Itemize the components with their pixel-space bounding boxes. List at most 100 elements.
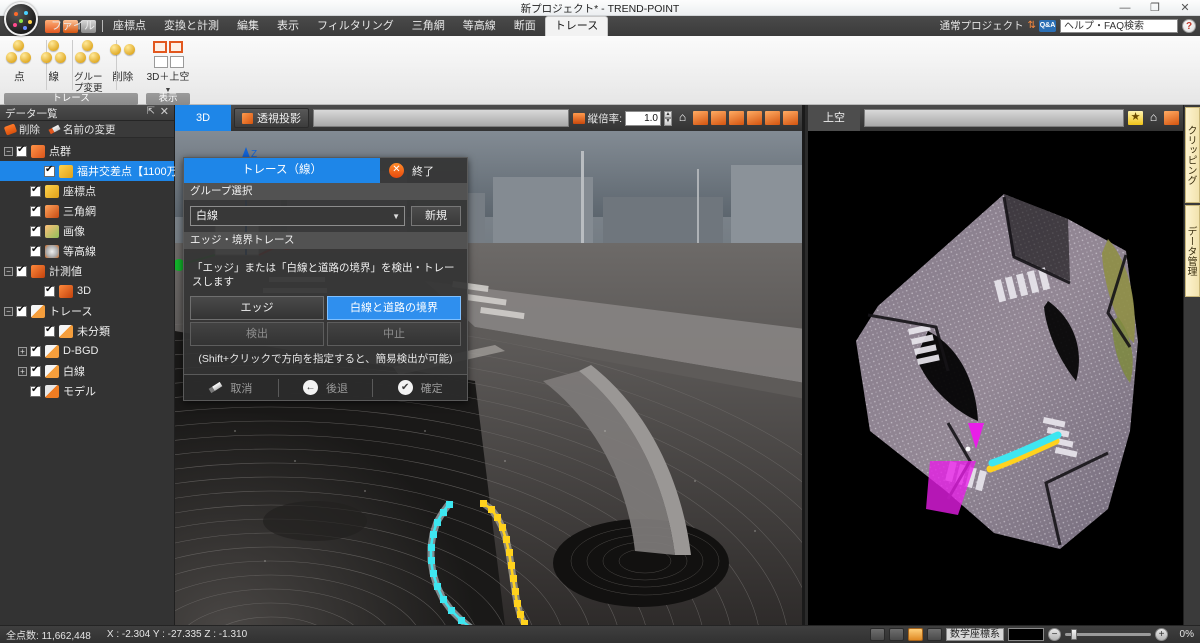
trace-dialog-end-button[interactable]: 終了 <box>412 163 434 179</box>
back-action[interactable]: ← 後退 <box>279 375 373 401</box>
star-icon[interactable]: ★ <box>1128 111 1143 125</box>
tree-item-checkbox[interactable] <box>30 184 41 197</box>
tree-expander-icon[interactable]: + <box>18 366 27 376</box>
tree-item-checkbox[interactable] <box>44 284 55 297</box>
tree-expander-icon[interactable]: − <box>4 266 13 276</box>
zoom-in-button[interactable]: + <box>1155 628 1168 641</box>
close-button[interactable]: ✕ <box>1170 0 1200 16</box>
help-faq-search-input[interactable]: ヘルプ・FAQ検索 <box>1060 18 1178 33</box>
sync-icon[interactable]: ⇅ <box>1028 20 1036 31</box>
tree-item[interactable]: モデル <box>0 381 174 401</box>
tree-item[interactable]: 画像 <box>0 221 174 241</box>
tab-edit[interactable]: 編集 <box>228 17 268 36</box>
application-window: 新プロジェクト* - TREND-POINT — ❐ ✕ ▾ ファイル 座標点 … <box>0 0 1200 643</box>
delete-tool-button[interactable]: 削除 <box>3 122 40 137</box>
background-color-swatch[interactable] <box>1008 628 1044 641</box>
camera-icon[interactable] <box>870 628 885 641</box>
tree-item-checkbox[interactable] <box>44 164 55 177</box>
transparency-slider[interactable] <box>1065 629 1151 640</box>
confirm-action[interactable]: ✔ 確定 <box>373 375 467 401</box>
tab-contour[interactable]: 等高線 <box>454 17 505 36</box>
perspective-projection-button[interactable]: 透視投影 <box>234 108 309 128</box>
tree-item-checkbox[interactable] <box>44 324 55 337</box>
detect-button[interactable]: 検出 <box>190 322 324 346</box>
vertical-tab-clipping[interactable]: クリッピング <box>1185 107 1200 203</box>
home-icon[interactable]: ⌂ <box>675 111 690 125</box>
tab-transform-measure[interactable]: 変換と計測 <box>155 17 228 36</box>
tree-expander-icon[interactable]: − <box>4 146 13 156</box>
tree-item[interactable]: − トレース <box>0 301 174 321</box>
maximize-button[interactable]: ❐ <box>1140 0 1170 16</box>
mode-edge-button[interactable]: エッジ <box>190 296 324 320</box>
view-top-icon[interactable] <box>765 111 780 125</box>
viewport-top-canvas[interactable] <box>808 131 1183 625</box>
tree-item[interactable]: 福井交差点【1100万】 <box>0 161 189 181</box>
view-iso-icon[interactable] <box>783 111 798 125</box>
viewport-3d-canvas[interactable]: Z トレース（線） ✕ 終了 グループ選択 白線 ▼ 新規 エッジ・境界トレース… <box>175 131 802 625</box>
panel-close-icon[interactable]: ✕ <box>160 105 169 118</box>
tree-item-checkbox[interactable] <box>30 364 41 377</box>
group-select[interactable]: 白線 ▼ <box>190 206 405 226</box>
view-right-icon[interactable] <box>747 111 762 125</box>
ribbon-right-controls: 通常プロジェクト ⇅ Q&A ヘルプ・FAQ検索 ? <box>940 17 1196 34</box>
tree-item-checkbox[interactable] <box>16 144 27 157</box>
slider-knob[interactable] <box>1071 629 1077 640</box>
coordinate-system-label[interactable]: 数学座標系 <box>946 628 1004 641</box>
tree-expander-icon[interactable]: − <box>4 306 13 316</box>
ribbon-button-group-change[interactable]: グループ変更 <box>71 36 106 94</box>
help-button[interactable]: ? <box>1182 18 1196 33</box>
tree-item-checkbox[interactable] <box>30 224 41 237</box>
minimize-button[interactable]: — <box>1110 0 1140 16</box>
scale-flag-icon[interactable] <box>572 112 585 124</box>
tree-item[interactable]: 三角網 <box>0 201 174 221</box>
rename-tool-button[interactable]: 名前の変更 <box>48 122 116 137</box>
close-icon[interactable]: ✕ <box>389 163 404 178</box>
tree-item[interactable]: − 点群 <box>0 141 174 161</box>
lock-icon[interactable] <box>908 628 923 641</box>
tree-item-checkbox[interactable] <box>30 204 41 217</box>
home-icon[interactable]: ⌂ <box>1146 111 1161 125</box>
ribbon-button-line[interactable]: 線 <box>37 36 72 83</box>
undo-action[interactable]: 取消 <box>184 375 278 401</box>
pin-icon[interactable]: ⇱ <box>147 106 155 117</box>
tab-coordinate-points[interactable]: 座標点 <box>104 17 155 36</box>
tree-item[interactable]: 等高線 <box>0 241 174 261</box>
ribbon-button-3d-top-layout[interactable]: 3D＋上空 ▼ <box>144 36 192 95</box>
view-left-icon[interactable] <box>729 111 744 125</box>
tab-section[interactable]: 断面 <box>505 17 545 36</box>
tree-item-checkbox[interactable] <box>16 304 27 317</box>
trace-dialog-footer: 取消 ← 後退 ✔ 確定 <box>184 374 467 400</box>
tree-item-checkbox[interactable] <box>16 264 27 277</box>
tree-item-checkbox[interactable] <box>30 244 41 257</box>
measure-icon[interactable] <box>889 628 904 641</box>
box-icon[interactable] <box>693 111 708 125</box>
vertical-scale-stepper[interactable]: ▲ ▼ <box>664 110 672 126</box>
tab-file[interactable]: ファイル <box>42 17 104 36</box>
tree-item-checkbox[interactable] <box>30 384 41 397</box>
tab-filtering[interactable]: フィルタリング <box>308 17 403 36</box>
mode-boundary-button[interactable]: 白線と道路の境界 <box>327 296 461 320</box>
zoom-out-button[interactable]: − <box>1048 628 1061 641</box>
view-front-icon[interactable] <box>711 111 726 125</box>
tab-view[interactable]: 表示 <box>268 17 308 36</box>
new-group-button[interactable]: 新規 <box>411 206 461 226</box>
tree-item[interactable]: + D-BGD <box>0 341 174 361</box>
vertical-scale-input[interactable]: 1.0 <box>625 110 661 126</box>
ribbon-button-delete[interactable]: 削除 <box>106 36 141 83</box>
ribbon-button-point[interactable]: 点 <box>2 36 37 83</box>
abort-button[interactable]: 中止 <box>327 322 461 346</box>
tree-item-checkbox[interactable] <box>30 344 41 357</box>
tree-item[interactable]: − 計測値 <box>0 261 174 281</box>
camera-box-icon[interactable] <box>1164 111 1179 125</box>
tab-trace[interactable]: トレース <box>544 16 609 36</box>
vertical-tab-data-management[interactable]: データ管理 <box>1185 205 1200 297</box>
app-logo-icon[interactable] <box>4 2 38 36</box>
tools-icon[interactable] <box>927 628 942 641</box>
tree-item[interactable]: 3D <box>0 281 174 301</box>
tree-item[interactable]: + 白線 <box>0 361 174 381</box>
qa-icon[interactable]: Q&A <box>1039 19 1056 32</box>
tree-item[interactable]: 座標点 <box>0 181 174 201</box>
tab-tin[interactable]: 三角網 <box>403 17 454 36</box>
tree-expander-icon[interactable]: + <box>18 346 27 356</box>
tree-item[interactable]: 未分類 <box>0 321 174 341</box>
